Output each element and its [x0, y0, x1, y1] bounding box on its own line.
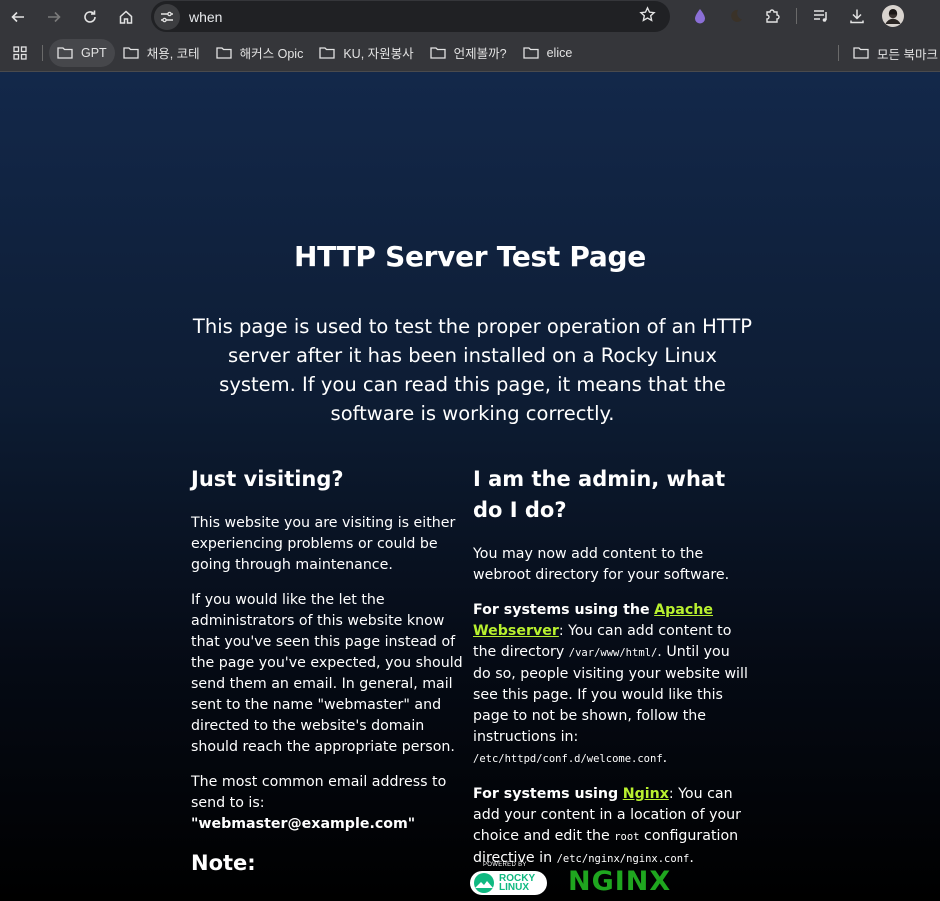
home-icon — [119, 10, 133, 24]
rocky-line-2: LINUX — [499, 882, 529, 893]
all-bookmarks-label: 모든 북마크 — [877, 47, 938, 62]
bookmark-label: 언제볼까? — [453, 47, 507, 61]
reload-button[interactable] — [72, 1, 108, 33]
all-bookmarks-button[interactable]: 모든 북마크 — [845, 39, 940, 67]
profile-avatar — [882, 5, 904, 27]
all-bookmarks-area: 모든 북마크 — [836, 34, 940, 72]
admin-heading: I am the admin, what do I do? — [473, 467, 726, 522]
bookmarks-bar: GPT 채용, 코테 해커스 Opic KU, 자원봉사 언제볼까? elice… — [0, 34, 940, 72]
page-lead: This page is used to test the proper ope… — [192, 315, 753, 425]
bookmark-label: 채용, 코테 — [146, 47, 200, 61]
tune-icon — [161, 11, 173, 22]
back-button[interactable] — [0, 1, 36, 33]
email-intro: The most common email address to send to… — [191, 774, 447, 811]
bookmark-label: elice — [546, 45, 573, 60]
nginx-paragraph: For systems using Nginx: You can add you… — [473, 784, 748, 870]
rocky-powered-by: POWERED BY — [483, 862, 527, 868]
folder-icon — [123, 46, 139, 59]
moon-extension-button[interactable] — [718, 0, 754, 32]
visitor-heading: Just visiting? — [191, 467, 344, 491]
puzzle-icon — [766, 9, 780, 23]
webmaster-email: "webmaster@example.com" — [191, 816, 416, 832]
visitor-column: Just visiting? This website you are visi… — [191, 464, 471, 875]
nginx-root-directive: root — [614, 831, 640, 843]
visitor-paragraph-1: This website you are visiting is either … — [191, 515, 456, 573]
extensions-area — [682, 0, 911, 32]
media-icon — [814, 10, 827, 22]
downloads-button[interactable] — [839, 0, 875, 32]
back-icon — [11, 11, 24, 23]
rocky-badge: ROCKY LINUX — [470, 871, 547, 895]
bookmark-folder-ku[interactable]: KU, 자원봉사 — [311, 39, 421, 67]
note-heading: Note: — [191, 851, 256, 875]
folder-icon — [319, 46, 335, 59]
apache-prefix: For systems using the — [473, 602, 650, 618]
folder-icon — [430, 46, 446, 59]
visitor-paragraph-3: The most common email address to send to… — [191, 772, 471, 835]
apps-grid-icon — [13, 45, 27, 60]
forward-icon — [48, 11, 61, 23]
bookmark-label: KU, 자원봉사 — [343, 47, 414, 61]
toolbar-separator — [796, 8, 797, 24]
bookmark-folder-elice[interactable]: elice — [515, 39, 581, 67]
address-bar[interactable]: when — [151, 1, 670, 32]
page-title: HTTP Server Test Page — [294, 240, 646, 273]
apache-paragraph: For systems using the Apache Webserver: … — [473, 600, 748, 770]
nginx-link[interactable]: Nginx — [623, 786, 669, 802]
bookmark-folder-opic[interactable]: 해커스 Opic — [208, 39, 312, 67]
rocky-mountain-icon — [474, 873, 494, 893]
apps-button[interactable] — [0, 45, 40, 60]
bookmark-folder-when[interactable]: 언제볼까? — [422, 39, 515, 67]
media-control-button[interactable] — [803, 0, 839, 32]
home-button[interactable] — [108, 1, 144, 33]
admin-column: I am the admin, what do I do? You may no… — [473, 464, 748, 884]
web-page: HTTP Server Test Page This page is used … — [0, 72, 940, 901]
bookmark-star-button[interactable] — [639, 6, 656, 28]
rocky-linux-logo: POWERED BY ROCKY LINUX — [470, 862, 548, 900]
site-info-button[interactable] — [154, 3, 180, 30]
drop-extension-icon — [695, 9, 705, 24]
moon-extension-icon — [731, 9, 742, 22]
logos-row: POWERED BY ROCKY LINUX NGINX — [470, 862, 671, 900]
extensions-button[interactable] — [754, 0, 790, 32]
nginx-prefix: For systems using — [473, 786, 619, 802]
url-text[interactable]: when — [189, 9, 222, 25]
bookmark-folder-jobs[interactable]: 채용, 코테 — [115, 39, 208, 67]
visitor-paragraph-2: If you would like the let the administra… — [191, 592, 463, 755]
bookmark-folder-gpt[interactable]: GPT — [49, 38, 115, 67]
star-icon — [639, 6, 656, 22]
apache-docroot: /var/www/html/ — [568, 647, 658, 659]
rocky-wordmark: ROCKY LINUX — [499, 874, 535, 893]
reload-icon — [84, 10, 96, 23]
apache-welcome-conf: /etc/httpd/conf.d/welcome.conf — [473, 753, 663, 765]
folder-icon — [522, 46, 539, 59]
bookmark-label: GPT — [81, 45, 107, 60]
drop-extension-button[interactable] — [682, 0, 718, 32]
folder-icon — [853, 47, 869, 59]
apache-end: . — [662, 750, 668, 766]
folder-icon — [216, 46, 232, 59]
browser-toolbar: when — [0, 0, 940, 34]
profile-button[interactable] — [875, 0, 911, 32]
folder-icon — [57, 46, 73, 59]
nginx-logo: NGINX — [568, 865, 672, 897]
download-icon — [850, 9, 864, 24]
forward-button[interactable] — [36, 1, 72, 33]
bookmarks-separator — [838, 45, 840, 61]
bookmark-label: 해커스 Opic — [239, 47, 304, 61]
nginx-end: . — [689, 850, 694, 866]
bookmarks-separator — [42, 44, 43, 61]
admin-paragraph-1: You may now add content to the webroot d… — [473, 546, 730, 583]
